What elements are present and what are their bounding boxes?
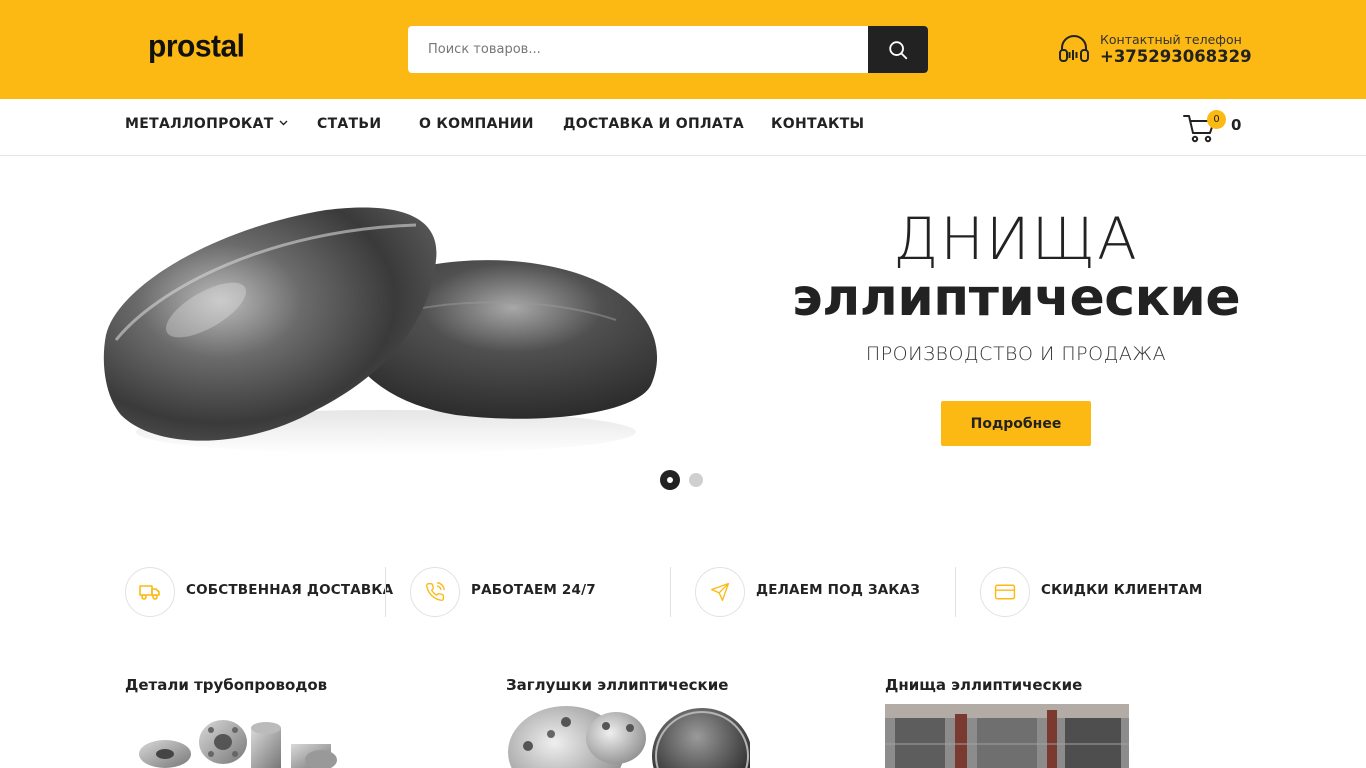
phone-call-icon bbox=[426, 582, 445, 601]
contact-block: Контактный телефон +375293068329 bbox=[1057, 32, 1252, 72]
feature-divider bbox=[955, 567, 956, 617]
chevron-down-icon bbox=[279, 120, 288, 126]
feature-label: СКИДКИ КЛИЕНТАМ bbox=[1041, 582, 1203, 598]
nav-item-about[interactable]: О КОМПАНИИ bbox=[419, 116, 534, 132]
feature-divider bbox=[385, 567, 386, 617]
hero-subtitle: ПРОИЗВОДСТВО И ПРОДАЖА bbox=[865, 343, 1167, 365]
slider-dot-1-active[interactable] bbox=[660, 470, 680, 490]
category-title-elliptical-heads[interactable]: Днища эллиптические bbox=[885, 676, 1082, 694]
site-logo[interactable]: prostal bbox=[148, 29, 245, 65]
credit-card-icon bbox=[994, 584, 1016, 600]
category-title-pipeline-parts[interactable]: Детали трубопроводов bbox=[125, 676, 327, 694]
feature-divider bbox=[670, 567, 671, 617]
truck-icon bbox=[139, 585, 160, 600]
feature-label: РАБОТАЕМ 24/7 bbox=[471, 582, 596, 598]
slider-dot-2[interactable] bbox=[689, 473, 703, 487]
search-icon bbox=[889, 40, 908, 59]
nav-item-articles[interactable]: СТАТЬИ bbox=[317, 116, 381, 132]
search-bar bbox=[408, 26, 928, 73]
hero-title-line1: ДНИЩА bbox=[893, 205, 1139, 273]
feature-label: СОБСТВЕННАЯ ДОСТАВКА bbox=[186, 582, 394, 598]
hero-image-elliptical-heads bbox=[103, 207, 658, 454]
send-icon bbox=[711, 583, 729, 601]
hero-more-button[interactable]: Подробнее bbox=[941, 401, 1091, 446]
cart-total[interactable]: 0 bbox=[1231, 116, 1241, 134]
category-image-elliptical-heads[interactable] bbox=[885, 704, 1129, 768]
contact-phone[interactable]: +375293068329 bbox=[1100, 47, 1252, 66]
category-image-pipeline-parts[interactable] bbox=[125, 704, 365, 768]
headset-icon bbox=[1059, 35, 1089, 62]
search-input[interactable] bbox=[408, 26, 868, 73]
nav-item-contacts[interactable]: КОНТАКТЫ bbox=[771, 116, 864, 132]
feature-delivery: СОБСТВЕННАЯ ДОСТАВКА bbox=[125, 567, 393, 617]
search-button[interactable] bbox=[868, 26, 928, 73]
cart-count-badge: 0 bbox=[1207, 110, 1226, 129]
contact-label: Контактный телефон bbox=[1100, 32, 1242, 47]
feature-label: ДЕЛАЕМ ПОД ЗАКАЗ bbox=[756, 582, 921, 598]
feature-24-7: РАБОТАЕМ 24/7 bbox=[410, 567, 670, 617]
feature-custom-order: ДЕЛАЕМ ПОД ЗАКАЗ bbox=[695, 567, 955, 617]
nav-item-metalloprokat[interactable]: МЕТАЛЛОПРОКАТ bbox=[125, 116, 288, 132]
category-image-elliptical-caps[interactable] bbox=[506, 704, 750, 768]
main-nav: МЕТАЛЛОПРОКАТ СТАТЬИ О КОМПАНИИ ДОСТАВКА… bbox=[0, 99, 1366, 156]
feature-discounts: СКИДКИ КЛИЕНТАМ bbox=[980, 567, 1240, 617]
hero-title-line2: эллиптические bbox=[791, 268, 1241, 328]
nav-item-delivery[interactable]: ДОСТАВКА И ОПЛАТА bbox=[563, 116, 744, 132]
category-title-elliptical-caps[interactable]: Заглушки эллиптические bbox=[506, 676, 728, 694]
